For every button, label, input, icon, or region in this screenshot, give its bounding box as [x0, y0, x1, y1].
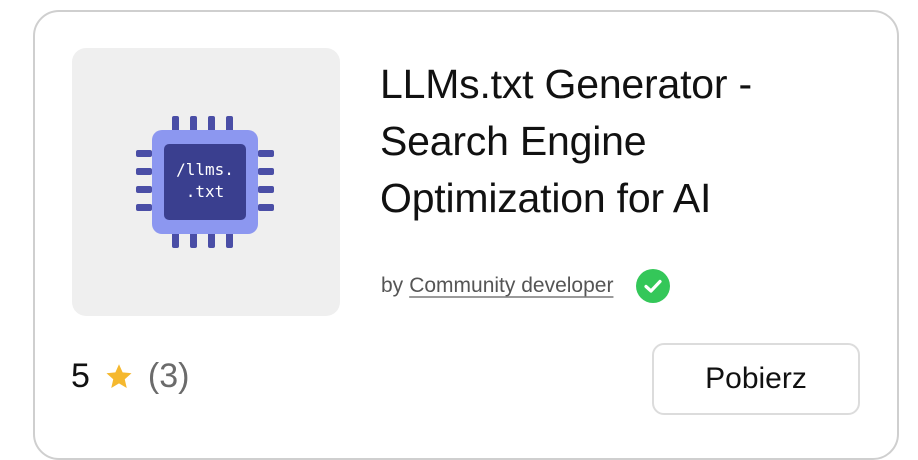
chip-label-line1: /llms.	[176, 160, 234, 179]
rating-score: 5	[71, 357, 90, 395]
star-icon	[106, 363, 132, 388]
check-circle-icon	[636, 269, 671, 303]
by-label: by	[381, 274, 404, 297]
extension-title[interactable]: LLMs.txt Generator - Search Engine Optim…	[380, 56, 850, 227]
chip-icon: /llms. .txt	[136, 116, 274, 248]
chip-label-line2: .txt	[186, 182, 225, 201]
developer-byline: by Community developer	[381, 268, 671, 304]
rating: 5 (3)	[71, 357, 189, 396]
developer-link[interactable]: Community developer	[409, 274, 613, 298]
rating-count: (3)	[147, 357, 190, 395]
install-button[interactable]: Pobierz	[652, 343, 860, 415]
